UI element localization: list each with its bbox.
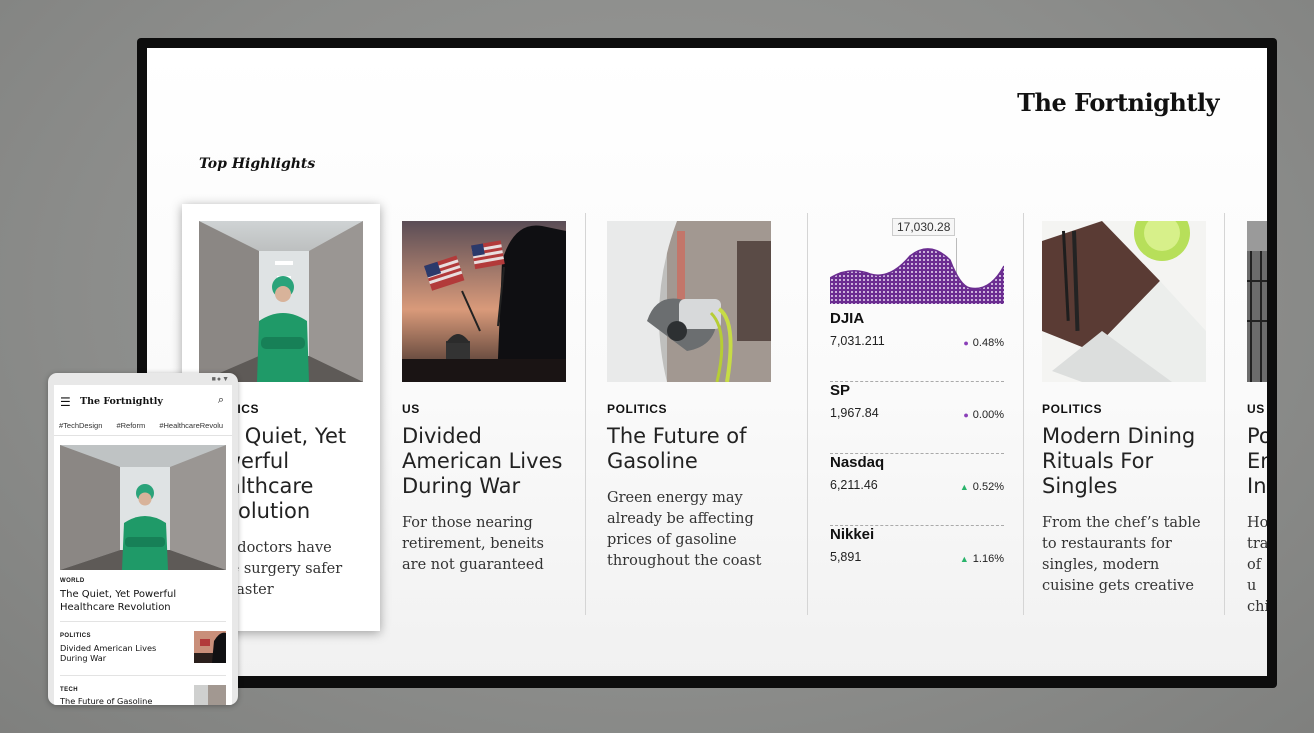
hashtag-bar: #TechDesign #Reform #HealthcareRevolu <box>59 421 232 430</box>
phone-story-title[interactable]: Divided American Lives During War <box>60 643 180 663</box>
phone-story-title[interactable]: The Future of Gasoline <box>60 696 180 705</box>
stock-change: ● 0.48% <box>963 337 1004 349</box>
search-icon[interactable]: ⌕ <box>218 394 224 407</box>
story-card-partial[interactable]: US Po En In Ho tra of u chi <box>1247 221 1267 618</box>
phone-story-title[interactable]: The Quiet, Yet Powerful Healthcare Revol… <box>60 588 200 614</box>
phone-story-category: TECH <box>60 687 78 693</box>
phone-story-thumb <box>194 685 226 705</box>
story-dek: Green energy may already be affecting pr… <box>607 490 762 569</box>
story-image-flags <box>402 221 566 382</box>
up-arrow-icon: ▲ <box>959 482 969 492</box>
phone-brand-logo: The Fortnightly <box>80 396 163 407</box>
story-category: POLITICS <box>1042 402 1103 416</box>
divider <box>60 621 226 622</box>
story-headline: Divided American Lives During War <box>402 424 563 498</box>
divider <box>60 675 226 676</box>
phone-story-thumb <box>194 631 226 663</box>
story-dek: For those nearing retirement, beneits ar… <box>402 515 544 573</box>
story-card-gasoline[interactable]: POLITICS The Future of Gasoline Green en… <box>607 221 771 572</box>
phone-screen: ☰ The Fortnightly ⌕ #TechDesign #Reform … <box>54 385 232 705</box>
stock-row-sp[interactable]: SP 1,967.84 ● 0.00% <box>830 382 1004 454</box>
story-dek: Ho tra of u chi <box>1247 515 1267 615</box>
stock-change: ● 0.00% <box>963 409 1004 421</box>
story-card-divided-lives[interactable]: US Divided American Lives During War For… <box>402 221 566 576</box>
story-image-surgeon <box>199 221 363 382</box>
column-divider <box>1224 213 1225 615</box>
divider <box>54 435 232 436</box>
column-divider <box>585 213 586 615</box>
stock-name: SP <box>830 382 851 399</box>
phone-story-category: POLITICS <box>60 633 91 639</box>
stock-row-nikkei[interactable]: Nikkei 5,891 ▲ 1.16% <box>830 526 1004 598</box>
phone-story-category: WORLD <box>60 578 85 584</box>
stock-name: Nasdaq <box>830 454 885 471</box>
phone-nav-bar: ☰ The Fortnightly ⌕ <box>54 391 232 411</box>
story-image-partial <box>1247 221 1267 382</box>
story-image-dining <box>1042 221 1206 382</box>
menu-icon[interactable]: ☰ <box>60 395 71 409</box>
story-category: US <box>1247 402 1265 416</box>
brand-logo: The Fortnightly <box>1017 88 1219 117</box>
column-divider <box>807 213 808 615</box>
change-indicator-icon: ● <box>963 410 969 420</box>
story-headline: Modern Dining Rituals For Singles <box>1042 424 1196 498</box>
chart-tooltip: 17,030.28 <box>892 218 956 236</box>
hashtag-link[interactable]: #HealthcareRevolu <box>159 421 223 430</box>
story-category: US <box>402 402 420 416</box>
tv-frame: The Fortnightly Top Highlights The Quiet… <box>137 38 1277 688</box>
stock-name: DJIA <box>830 310 865 327</box>
stock-name: Nikkei <box>830 526 875 543</box>
phone-device: ■●▼ ☰ The Fortnightly ⌕ #TechDesign #Ref… <box>48 373 238 705</box>
hashtag-link[interactable]: #TechDesign <box>59 421 102 430</box>
section-title: Top Highlights <box>199 156 316 172</box>
column-divider <box>1023 213 1024 615</box>
story-image-ev-charger <box>607 221 771 382</box>
stock-row-nasdaq[interactable]: Nasdaq 6,211.46 ▲ 0.52% <box>830 454 1004 526</box>
stock-change: ▲ 1.16% <box>959 553 1004 565</box>
story-dek: From the chef’s table to restaurants for… <box>1042 515 1201 594</box>
market-area-chart <box>830 248 1004 304</box>
story-category: POLITICS <box>607 402 668 416</box>
change-indicator-icon: ● <box>963 338 969 348</box>
stock-change: ▲ 0.52% <box>959 481 1004 493</box>
story-headline: Po En In <box>1247 424 1267 498</box>
phone-hero-image[interactable] <box>60 445 226 570</box>
up-arrow-icon: ▲ <box>959 554 969 564</box>
hashtag-link[interactable]: #Reform <box>116 421 145 430</box>
phone-status-icons: ■●▼ <box>211 376 230 383</box>
tv-screen: The Fortnightly Top Highlights The Quiet… <box>147 48 1267 676</box>
story-headline: The Future of Gasoline <box>607 424 747 473</box>
stock-row-djia[interactable]: DJIA 7,031.211 ● 0.48% <box>830 310 1004 382</box>
story-card-dining[interactable]: POLITICS Modern Dining Rituals For Singl… <box>1042 221 1206 597</box>
